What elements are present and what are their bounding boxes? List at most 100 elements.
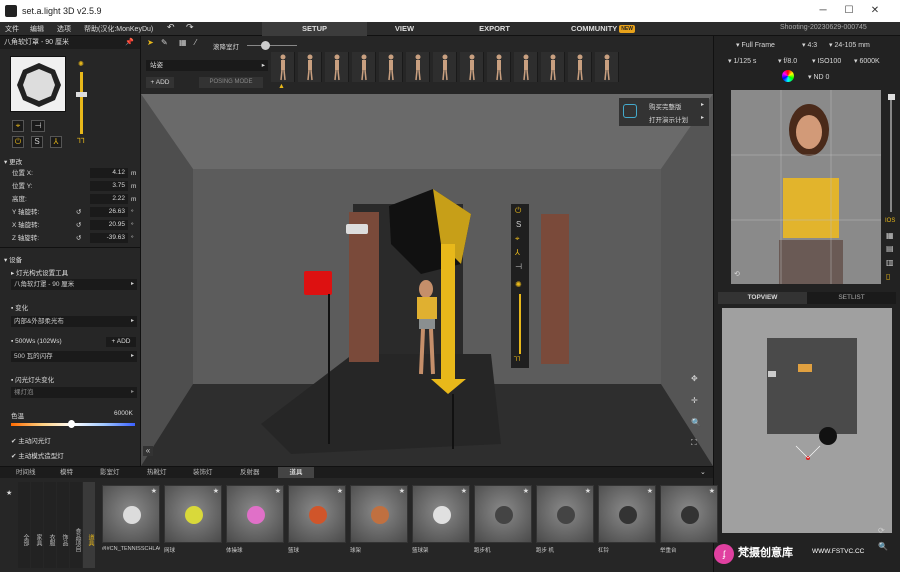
favorite-star-icon[interactable]: ★ — [151, 487, 157, 495]
pose-thumbnail[interactable] — [595, 52, 619, 82]
menu-help[interactable]: 帮助(汉化:MonKeyDu) — [84, 24, 153, 34]
pos-y-input[interactable]: 3.75 — [90, 181, 128, 191]
rot-y-input[interactable]: 26.63 — [90, 207, 128, 217]
menu-file[interactable]: 文件 — [5, 24, 19, 34]
pose-thumbnail[interactable] — [460, 52, 484, 82]
shutter-dropdown[interactable]: ▾ 1/125 s — [728, 57, 756, 65]
buy-full-version[interactable]: 购买完整版 — [649, 101, 682, 111]
snap-slider-thumb[interactable] — [261, 41, 270, 50]
wb-dropdown[interactable]: ▾ 6000K — [854, 57, 880, 65]
studio-viewport[interactable]: 购买完整版 打开演示计划 ▸ ▸ ⏻ S ⌖ ⅄ ⊣ ✺ ⅂⅂ ✥ ✛ 🔍 ⛶ … — [141, 94, 713, 466]
open-demo-plan[interactable]: 打开演示计划 — [649, 114, 688, 124]
pose-thumbnail[interactable] — [352, 52, 376, 82]
move-icon[interactable]: ⊣ — [515, 262, 522, 271]
power-icon[interactable]: ⏻ — [12, 136, 24, 148]
favorite-star-icon[interactable]: ★ — [337, 487, 343, 495]
head-dropdown[interactable]: 裸灯泡 ▸ — [11, 387, 137, 398]
color-wheel-icon[interactable] — [782, 70, 794, 82]
reset-rotation-icon[interactable]: ↺ — [76, 220, 81, 231]
cat-models[interactable]: 模特 — [60, 467, 73, 478]
stand-icon[interactable]: ⅄ — [50, 136, 62, 148]
favorites-star-icon[interactable]: ★ — [6, 489, 12, 497]
pose-thumbnail[interactable] — [568, 52, 592, 82]
side-tab[interactable]: 饰品 — [57, 482, 69, 568]
fullscreen-icon[interactable]: ⛶ — [691, 438, 697, 448]
move-icon[interactable]: ⊣ — [31, 120, 45, 132]
favorite-star-icon[interactable]: ★ — [275, 487, 281, 495]
add-pose-button[interactable]: + ADD — [146, 77, 174, 88]
undo-icon[interactable]: ↶ — [167, 22, 175, 33]
camera-height-thumb[interactable] — [888, 94, 895, 100]
diffuser-dropdown[interactable]: 内部&外部柔光布 ▸ — [11, 316, 137, 327]
rot-z-input[interactable]: -39.63 — [90, 233, 128, 243]
library-item-card[interactable]: ★ — [660, 485, 718, 543]
device-section-header[interactable]: ▾ 设备 — [4, 254, 22, 264]
grid-icon[interactable]: ▦ — [179, 38, 187, 47]
snap-slider[interactable] — [247, 45, 297, 46]
target-icon[interactable]: ⌖ — [12, 120, 24, 132]
close-icon[interactable]: ✕ — [864, 3, 886, 19]
pose-thumbnail[interactable] — [487, 52, 511, 82]
favorite-star-icon[interactable]: ★ — [399, 487, 405, 495]
sensor-dropdown[interactable]: ▾ Full Frame — [736, 41, 775, 49]
reset-rotation-icon[interactable]: ↺ — [76, 207, 81, 218]
pose-thumbnail[interactable] — [433, 52, 457, 82]
maximize-icon[interactable]: ☐ — [838, 3, 860, 19]
library-item-card[interactable]: ★ — [226, 485, 284, 543]
favorite-star-icon[interactable]: ★ — [585, 487, 591, 495]
top-view-map[interactable] — [722, 308, 892, 533]
add-flash-button[interactable]: + ADD — [106, 337, 136, 347]
ratio-dropdown[interactable]: ▾ 4:3 — [802, 41, 817, 49]
library-item-card[interactable]: ★ — [474, 485, 532, 543]
pos-x-input[interactable]: 4.12 — [90, 168, 128, 178]
stand-icon[interactable]: ⅄ — [515, 248, 520, 257]
favorite-star-icon[interactable]: ★ — [523, 487, 529, 495]
library-item-card[interactable]: ★ — [598, 485, 656, 543]
redo-icon[interactable]: ↷ — [186, 22, 194, 33]
favorite-star-icon[interactable]: ★ — [709, 487, 715, 495]
pan-icon[interactable]: ✛ — [691, 396, 698, 405]
side-tab[interactable]: 全部 — [18, 482, 30, 568]
check-active-flash[interactable]: ✔ 主动闪光灯 — [11, 435, 51, 445]
s-mode-icon[interactable]: S — [516, 220, 521, 229]
library-item-card[interactable]: ★ — [288, 485, 346, 543]
rotate-camera-icon[interactable]: ⟲ — [734, 270, 740, 278]
aperture-dropdown[interactable]: ▾ f/8.0 — [778, 57, 797, 65]
pose-thumbnail[interactable] — [406, 52, 430, 82]
shaper-dropdown[interactable]: 八角软灯罩 - 90 厘米 ▸ — [11, 279, 137, 290]
rotate-view-icon[interactable]: ⟳ — [878, 526, 885, 535]
grid-icon[interactable]: ▦ — [886, 231, 894, 240]
side-tab[interactable]: 家具 — [31, 482, 43, 568]
color-temp-thumb[interactable] — [68, 420, 75, 428]
target-icon[interactable]: ⌖ — [515, 234, 520, 244]
side-tab[interactable]: 食品项目 — [70, 482, 82, 568]
rot-x-input[interactable]: 20.95 — [90, 220, 128, 230]
minimize-icon[interactable]: ─ — [812, 3, 834, 19]
library-item-card[interactable]: ★ — [164, 485, 222, 543]
pose-category-dropdown[interactable]: 站姿 ▸ — [146, 60, 268, 71]
tab-community[interactable]: COMMUNITY NEW — [548, 22, 658, 36]
mini-power-slider[interactable] — [519, 294, 521, 354]
check-modeling-light[interactable]: ✔ 主动模式造型灯 — [11, 450, 64, 460]
favorite-star-icon[interactable]: ★ — [461, 487, 467, 495]
cat-timeline[interactable]: 时间线 — [16, 467, 36, 478]
lens-dropdown[interactable]: ▾ 24-105 mm — [829, 41, 870, 49]
nd-dropdown[interactable]: ▾ ND 0 — [808, 73, 829, 81]
iso-dropdown[interactable]: ▾ ISO100 — [812, 57, 841, 65]
phone-icon[interactable]: ▯ — [886, 272, 890, 281]
collapse-left-icon[interactable]: « — [143, 446, 153, 456]
pose-thumbnail[interactable] — [379, 52, 403, 82]
tab-setlist[interactable]: SETLIST — [807, 292, 896, 304]
side-tab[interactable]: 道具 — [83, 482, 95, 568]
flash-dropdown[interactable]: 500 瓦的闪存 ▸ — [11, 351, 137, 362]
power-slider[interactable] — [80, 72, 83, 134]
posing-mode-button[interactable]: POSING MODE — [199, 77, 263, 88]
pose-thumbnail[interactable] — [298, 52, 322, 82]
tab-topview[interactable]: TOPVIEW — [718, 292, 807, 304]
camera-preview[interactable]: ⟲ — [731, 90, 881, 284]
histogram-icon[interactable]: ▤ — [886, 244, 894, 253]
zoom-icon[interactable]: 🔍 — [691, 418, 701, 427]
height-input[interactable]: 2.22 — [90, 194, 128, 204]
favorite-star-icon[interactable]: ★ — [213, 487, 219, 495]
zebra-icon[interactable]: ▥ — [886, 258, 894, 267]
